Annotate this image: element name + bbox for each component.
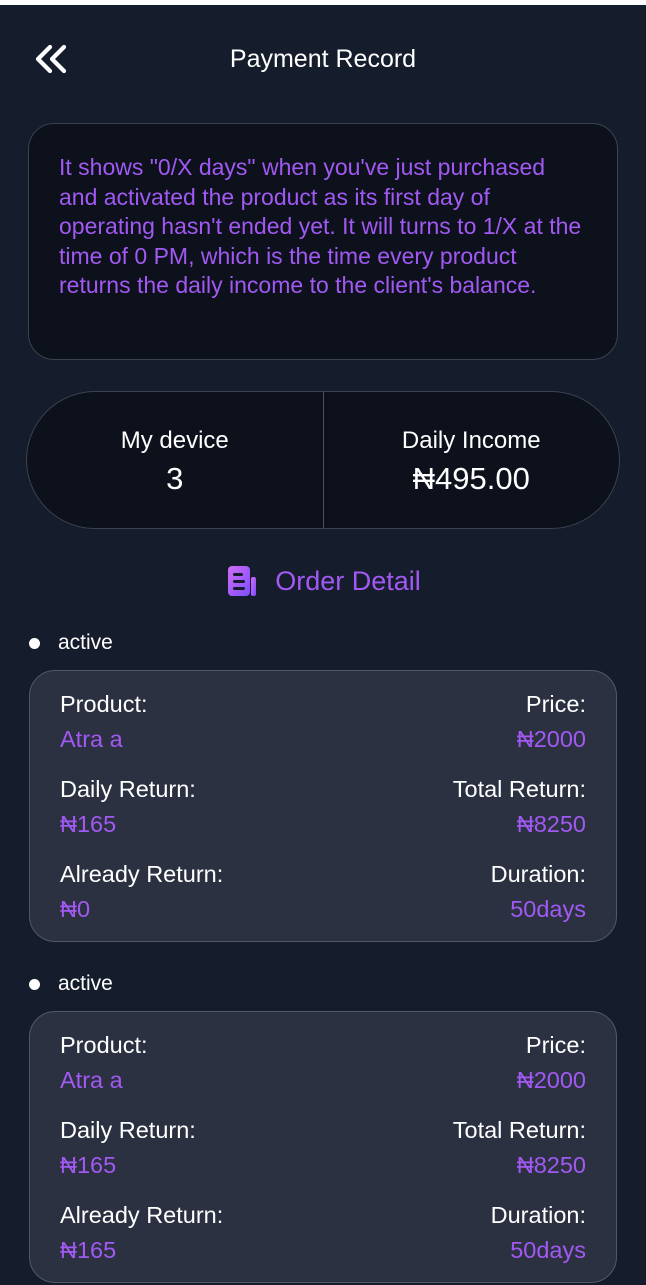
- order-detail-heading: Order Detail: [0, 562, 646, 600]
- price-value: ₦2000: [516, 1067, 586, 1093]
- order-status: active: [28, 630, 113, 656]
- device-stat: My device 3: [27, 392, 323, 528]
- product-label: Product:: [60, 1032, 148, 1058]
- price-field: Price: ₦2000: [517, 689, 586, 774]
- daily-return-value: ₦165: [60, 811, 117, 837]
- header: Payment Record: [0, 5, 646, 115]
- order-card[interactable]: Product: Atra a Price: ₦2000 Daily Retur…: [29, 670, 617, 942]
- product-label: Product:: [60, 691, 148, 717]
- already-return-label: Already Return:: [60, 861, 224, 887]
- card-row: Already Return: ₦0 Duration: 50days: [60, 859, 586, 944]
- already-return-value: ₦0: [60, 896, 91, 922]
- total-return-field: Total Return: ₦8250: [453, 1115, 586, 1200]
- duration-label: Duration:: [490, 1202, 586, 1228]
- income-stat: Daily Income ₦495.00: [322, 392, 620, 528]
- daily-income-label: Daily Income: [401, 427, 541, 454]
- price-field: Price: ₦2000: [517, 1030, 586, 1115]
- price-value: ₦2000: [516, 726, 586, 752]
- price-label: Price:: [525, 1032, 586, 1058]
- status-text: active: [58, 631, 113, 654]
- order-status: active: [28, 971, 113, 997]
- already-return-label: Already Return:: [60, 1202, 224, 1228]
- card-row: Product: Atra a Price: ₦2000: [60, 689, 586, 774]
- card-row: Already Return: ₦165 Duration: 50days: [60, 1200, 586, 1285]
- document-icon: [228, 566, 257, 596]
- daily-return-field: Daily Return: ₦165: [60, 1115, 196, 1200]
- duration-value: 50days: [510, 896, 586, 922]
- total-return-value: ₦8250: [516, 1152, 586, 1178]
- product-field: Product: Atra a: [60, 689, 148, 774]
- duration-field: Duration: 50days: [491, 859, 586, 944]
- already-return-field: Already Return: ₦165: [60, 1200, 223, 1285]
- status-dot-icon: [29, 637, 40, 649]
- already-return-field: Already Return: ₦0: [60, 859, 223, 944]
- page-title: Payment Record: [229, 45, 417, 73]
- stats-panel: My device 3 Daily Income ₦495.00: [26, 391, 620, 529]
- duration-value: 50days: [510, 1237, 586, 1263]
- status-dot-icon: [29, 978, 40, 990]
- duration-label: Duration:: [490, 861, 586, 887]
- card-row: Daily Return: ₦165 Total Return: ₦8250: [60, 774, 586, 859]
- already-return-value: ₦165: [60, 1237, 117, 1263]
- device-count: 3: [166, 461, 184, 496]
- total-return-label: Total Return:: [452, 1117, 586, 1143]
- card-row: Daily Return: ₦165 Total Return: ₦8250: [60, 1115, 586, 1200]
- status-text: active: [58, 972, 113, 995]
- daily-return-field: Daily Return: ₦165: [60, 774, 196, 859]
- card-row: Product: Atra a Price: ₦2000: [60, 1030, 586, 1115]
- total-return-field: Total Return: ₦8250: [453, 774, 586, 859]
- daily-return-value: ₦165: [60, 1152, 117, 1178]
- daily-income-value: ₦495.00: [412, 461, 530, 496]
- order-card[interactable]: Product: Atra a Price: ₦2000 Daily Retur…: [29, 1011, 617, 1283]
- daily-return-label: Daily Return:: [60, 1117, 196, 1143]
- device-label: My device: [120, 427, 229, 454]
- product-value: Atra a: [60, 1067, 123, 1093]
- notice-text: It shows "0/X days" when you've just pur…: [59, 154, 582, 298]
- duration-field: Duration: 50days: [491, 1200, 586, 1285]
- info-notice: It shows "0/X days" when you've just pur…: [28, 123, 618, 360]
- total-return-value: ₦8250: [516, 811, 586, 837]
- total-return-label: Total Return:: [452, 776, 586, 802]
- product-field: Product: Atra a: [60, 1030, 148, 1115]
- product-value: Atra a: [60, 726, 123, 752]
- order-detail-label: Order Detail: [275, 565, 421, 596]
- daily-return-label: Daily Return:: [60, 776, 196, 802]
- price-label: Price:: [525, 691, 586, 717]
